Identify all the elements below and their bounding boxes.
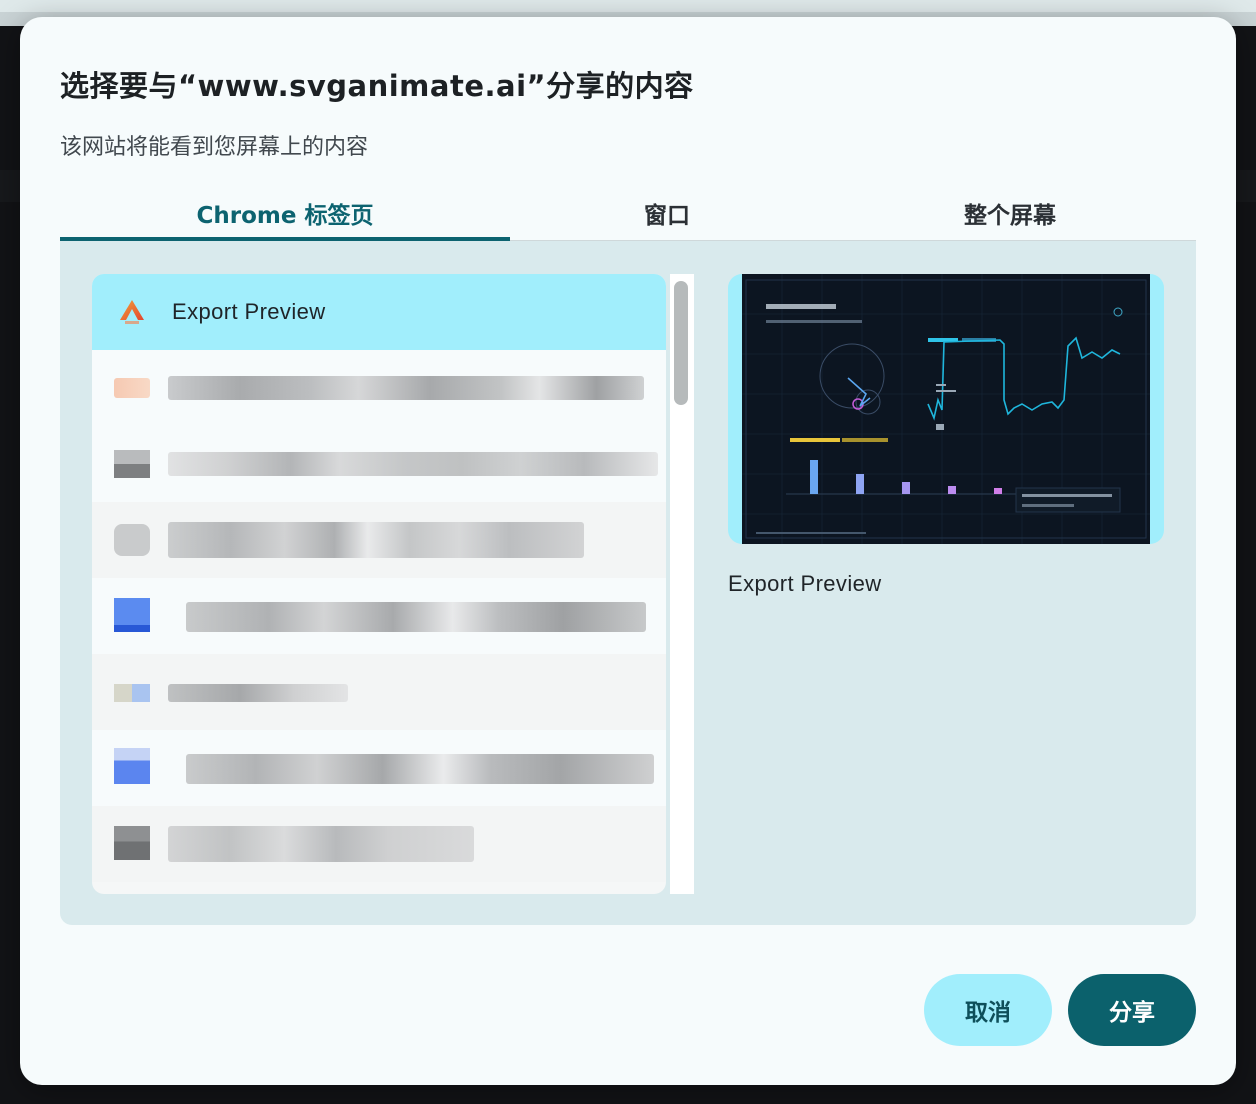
list-item[interactable]	[92, 350, 666, 426]
blurred-title	[168, 452, 658, 476]
blurred-title	[186, 602, 646, 632]
content-panel: Export Preview Export Preview	[60, 241, 1196, 925]
share-button[interactable]: 分享	[1068, 974, 1196, 1046]
source-tabs: Chrome 标签页 窗口 整个屏幕	[60, 185, 1196, 241]
list-item[interactable]	[92, 806, 666, 882]
blurred-title	[168, 522, 584, 558]
tab-entire-screen[interactable]: 整个屏幕	[824, 185, 1196, 241]
list-item[interactable]	[92, 426, 666, 502]
blurred-favicon-icon	[114, 378, 150, 398]
share-dialog: 选择要与“www.svganimate.ai”分享的内容 该网站将能看到您屏幕上…	[20, 17, 1236, 1085]
background-browser-toolbar	[0, 0, 1256, 12]
blurred-title	[168, 684, 348, 702]
cancel-button[interactable]: 取消	[924, 974, 1052, 1046]
list-item-export-preview[interactable]: Export Preview	[92, 274, 666, 350]
tab-list: Export Preview	[92, 274, 666, 894]
preview-thumbnail	[742, 274, 1150, 544]
blurred-favicon-icon	[114, 684, 150, 702]
dialog-title: 选择要与“www.svganimate.ai”分享的内容	[60, 69, 694, 103]
list-item-label: Export Preview	[172, 299, 326, 324]
blurred-title	[168, 376, 644, 400]
blurred-favicon-icon	[114, 826, 150, 860]
blurred-favicon-icon	[114, 450, 150, 478]
app-logo-icon	[120, 300, 144, 324]
list-item[interactable]	[92, 578, 666, 654]
blurred-favicon-icon	[114, 524, 150, 556]
list-item[interactable]	[92, 654, 666, 730]
list-item[interactable]	[92, 502, 666, 578]
dialog-subtitle: 该网站将能看到您屏幕上的内容	[60, 135, 369, 160]
tab-windows[interactable]: 窗口	[510, 185, 824, 241]
tab-preview	[728, 274, 1164, 544]
list-item[interactable]	[92, 730, 666, 806]
blurred-favicon-icon	[114, 598, 150, 632]
blurred-title	[186, 754, 654, 784]
tab-chrome-tabs[interactable]: Chrome 标签页	[60, 185, 510, 241]
preview-label: Export Preview	[728, 571, 882, 596]
blurred-favicon-icon	[114, 748, 150, 784]
list-scrollbar-thumb[interactable]	[674, 281, 688, 405]
blurred-title	[168, 826, 474, 862]
